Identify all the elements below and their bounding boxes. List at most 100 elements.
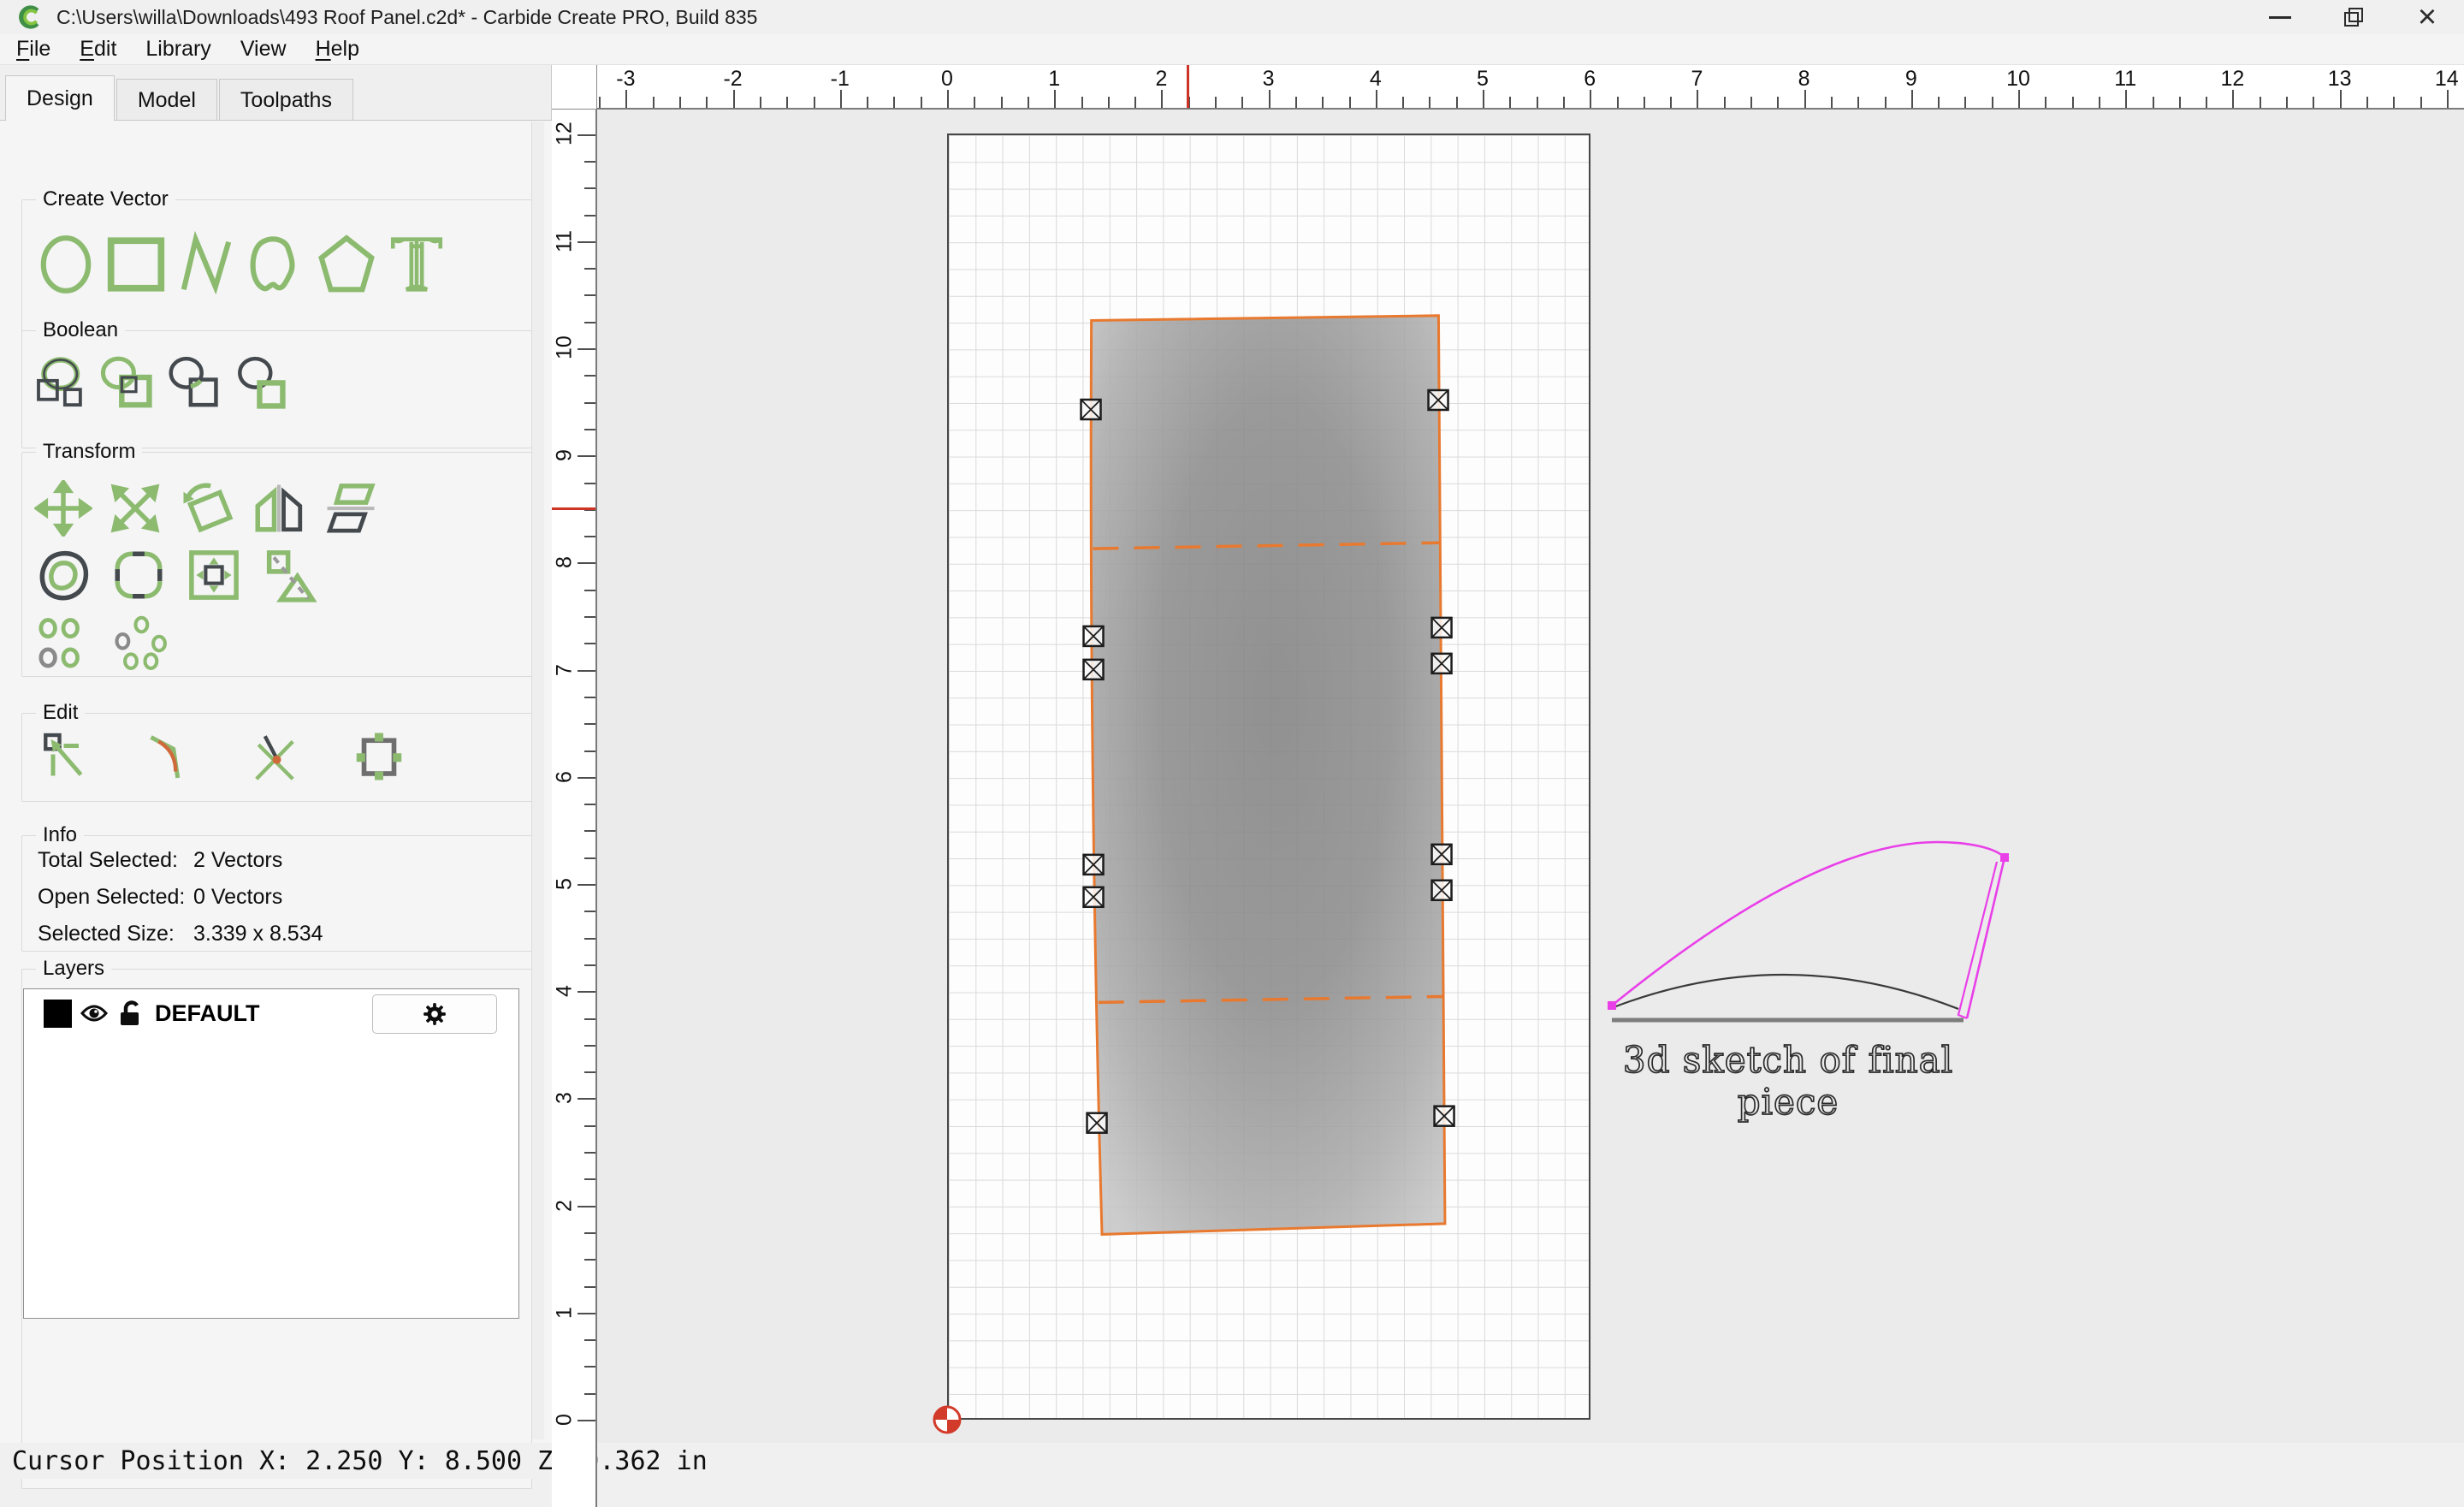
menu-file[interactable]: File [2,34,65,65]
selection-node-marker[interactable] [1432,881,1452,900]
minimize-icon [2269,16,2291,19]
linear-array-tool-button[interactable] [34,615,92,672]
ruler-tick [584,1071,595,1073]
ruler-tick [584,964,595,966]
ruler-tick [2232,90,2234,108]
ruler-label: 3 [1263,67,1275,92]
menu-edit[interactable]: Edit [65,34,131,65]
menu-help[interactable]: Help [301,34,374,65]
text-tool-button[interactable] [385,231,448,298]
selection-node-marker[interactable] [1081,400,1101,419]
flip-tool-button[interactable] [322,480,380,537]
boolean-exclude-button[interactable] [231,354,293,416]
ruler-tick [584,1178,595,1180]
info-value: 2 Vectors [193,848,282,873]
trim-shape-tool-button[interactable] [260,547,318,603]
info-label: Open Selected: [38,885,193,910]
layer-row[interactable]: DEFAULT [24,989,518,1037]
circle-tool-button[interactable] [34,231,98,298]
ruler-tick [584,804,595,805]
selection-node-marker[interactable] [1084,626,1104,646]
info-selected-size: Selected Size: 3.339 x 8.534 [38,922,531,946]
selection-node-marker[interactable] [1084,887,1104,907]
trim-vectors-icon [248,731,301,782]
curve-tool-button[interactable] [245,231,308,298]
polyline-tool-button[interactable] [175,231,238,298]
selection-node-marker[interactable] [1084,660,1104,679]
scale-tool-button[interactable] [106,480,164,537]
mirror-tool-button[interactable] [250,480,308,537]
close-button[interactable]: × [2390,0,2464,34]
layer-settings-button[interactable] [372,994,497,1034]
tab-model[interactable]: Model [116,79,217,121]
selection-node-marker[interactable] [1432,845,1452,864]
minimize-button[interactable] [2243,0,2317,34]
selection-node-marker[interactable] [1435,1107,1454,1126]
tab-toolpaths[interactable]: Toolpaths [219,79,353,121]
group-transform: Transform [21,452,532,677]
move-tool-button[interactable] [34,480,92,537]
tab-bar: DesignModelToolpaths [5,75,355,121]
ruler-tick [584,322,595,323]
edit-nodes-tool-button[interactable] [39,731,92,782]
selection-node-marker[interactable] [1087,1113,1107,1133]
resize-tool-button[interactable] [185,547,243,603]
ruler-tick [584,590,595,591]
ruler-tick [1054,90,1056,108]
ruler-tick [584,723,595,725]
close-icon: × [2418,1,2437,33]
fillet-vectors-tool-button[interactable] [144,731,197,782]
ruler-tick [584,294,595,296]
tab-design[interactable]: Design [5,75,115,121]
ruler-tick [679,97,681,108]
ruler-tick [1964,97,1966,108]
ruler-tick [1857,97,1859,108]
canvas-overlay [597,110,2464,1443]
ruler-tick [1241,97,1243,108]
rectangle-tool-button[interactable] [104,231,168,298]
rotate-icon [178,480,236,537]
origin-marker-icon[interactable] [934,1407,960,1433]
ruler-tick [578,134,595,136]
restore-button[interactable] [2317,0,2390,34]
cursor-position-readout: Cursor Position X: 2.250 Y: 8.500 Z: 0.3… [12,1446,708,1476]
sidebar-scrollbar[interactable] [531,122,544,1439]
ruler-tick [584,1045,595,1047]
vertical-ruler: 0123456789101112 [552,110,597,1507]
offset-tool-button[interactable] [34,547,92,603]
rotate-tool-button[interactable] [178,480,236,537]
circular-array-tool-button[interactable] [111,615,169,672]
ruler-label: 4 [1370,67,1382,92]
fillet-tool-button[interactable] [110,547,168,603]
info-value: 0 Vectors [193,885,282,910]
layer-unlocked-icon[interactable] [118,1000,144,1027]
layer-color-swatch[interactable] [44,1000,72,1028]
boolean-union-button[interactable] [31,354,92,416]
circular-array-icon [111,615,169,672]
selection-node-marker[interactable] [1084,855,1104,875]
selected-vectors[interactable] [1081,316,1454,1235]
boolean-subtract-button[interactable] [98,354,159,416]
selection-node-marker[interactable] [1432,618,1452,638]
selection-node-marker[interactable] [1429,390,1448,410]
layer-list[interactable]: DEFAULT [23,988,519,1319]
layer-visible-eye-icon[interactable] [80,1002,108,1024]
polygon-tool-button[interactable] [315,231,378,298]
ruler-tick [578,1098,595,1100]
curve-icon [245,231,308,298]
ruler-label: 2 [553,1195,578,1217]
ruler-tick [1483,90,1484,108]
ruler-tick [760,97,761,108]
menu-library[interactable]: Library [131,34,225,65]
menu-view[interactable]: View [226,34,301,65]
ruler-label: 7 [1691,67,1703,92]
ruler-tick [2447,90,2449,108]
boundary-box-tool-button[interactable] [352,731,406,782]
model-height-preview [1091,316,1445,1235]
trim-vectors-tool-button[interactable] [248,731,301,782]
selection-node-marker[interactable] [1432,654,1452,673]
cursor-x-indicator [1187,65,1189,110]
boolean-intersect-button[interactable] [164,354,226,416]
design-canvas[interactable]: 3d sketch of final piece [597,110,2464,1443]
ruler-tick [1456,97,1458,108]
